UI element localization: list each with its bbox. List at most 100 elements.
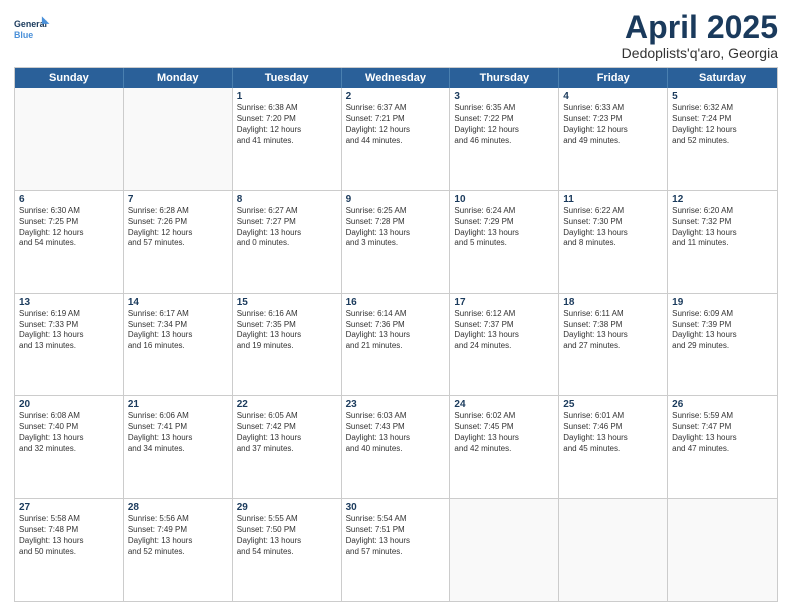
- day-number: 10: [454, 194, 554, 205]
- cell-info: Sunrise: 6:19 AM Sunset: 7:33 PM Dayligh…: [19, 309, 119, 352]
- calendar-week: 6Sunrise: 6:30 AM Sunset: 7:25 PM Daylig…: [15, 191, 777, 294]
- calendar-cell: 16Sunrise: 6:14 AM Sunset: 7:36 PM Dayli…: [342, 294, 451, 396]
- calendar-cell: [15, 88, 124, 190]
- cell-info: Sunrise: 6:03 AM Sunset: 7:43 PM Dayligh…: [346, 411, 446, 454]
- calendar-week: 27Sunrise: 5:58 AM Sunset: 7:48 PM Dayli…: [15, 499, 777, 601]
- day-number: 16: [346, 297, 446, 308]
- cell-info: Sunrise: 6:37 AM Sunset: 7:21 PM Dayligh…: [346, 103, 446, 146]
- day-number: 22: [237, 399, 337, 410]
- calendar-cell: 13Sunrise: 6:19 AM Sunset: 7:33 PM Dayli…: [15, 294, 124, 396]
- day-number: 17: [454, 297, 554, 308]
- day-number: 14: [128, 297, 228, 308]
- day-number: 6: [19, 194, 119, 205]
- calendar-cell: 21Sunrise: 6:06 AM Sunset: 7:41 PM Dayli…: [124, 396, 233, 498]
- cell-info: Sunrise: 6:12 AM Sunset: 7:37 PM Dayligh…: [454, 309, 554, 352]
- cell-info: Sunrise: 6:35 AM Sunset: 7:22 PM Dayligh…: [454, 103, 554, 146]
- calendar-cell: 6Sunrise: 6:30 AM Sunset: 7:25 PM Daylig…: [15, 191, 124, 293]
- day-number: 28: [128, 502, 228, 513]
- calendar-header: SundayMondayTuesdayWednesdayThursdayFrid…: [15, 68, 777, 88]
- day-number: 7: [128, 194, 228, 205]
- calendar-cell: 25Sunrise: 6:01 AM Sunset: 7:46 PM Dayli…: [559, 396, 668, 498]
- day-number: 12: [672, 194, 773, 205]
- weekday-header: Wednesday: [342, 68, 451, 88]
- day-number: 2: [346, 91, 446, 102]
- calendar-week: 13Sunrise: 6:19 AM Sunset: 7:33 PM Dayli…: [15, 294, 777, 397]
- cell-info: Sunrise: 6:01 AM Sunset: 7:46 PM Dayligh…: [563, 411, 663, 454]
- weekday-header: Saturday: [668, 68, 777, 88]
- calendar-cell: 2Sunrise: 6:37 AM Sunset: 7:21 PM Daylig…: [342, 88, 451, 190]
- cell-info: Sunrise: 6:20 AM Sunset: 7:32 PM Dayligh…: [672, 206, 773, 249]
- cell-info: Sunrise: 6:30 AM Sunset: 7:25 PM Dayligh…: [19, 206, 119, 249]
- calendar-cell: 26Sunrise: 5:59 AM Sunset: 7:47 PM Dayli…: [668, 396, 777, 498]
- calendar-cell: 24Sunrise: 6:02 AM Sunset: 7:45 PM Dayli…: [450, 396, 559, 498]
- calendar-cell: 28Sunrise: 5:56 AM Sunset: 7:49 PM Dayli…: [124, 499, 233, 601]
- day-number: 20: [19, 399, 119, 410]
- calendar-cell: 10Sunrise: 6:24 AM Sunset: 7:29 PM Dayli…: [450, 191, 559, 293]
- cell-info: Sunrise: 6:33 AM Sunset: 7:23 PM Dayligh…: [563, 103, 663, 146]
- day-number: 23: [346, 399, 446, 410]
- page: General Blue April 2025 Dedoplists'q'aro…: [0, 0, 792, 612]
- day-number: 18: [563, 297, 663, 308]
- day-number: 4: [563, 91, 663, 102]
- cell-info: Sunrise: 6:24 AM Sunset: 7:29 PM Dayligh…: [454, 206, 554, 249]
- cell-info: Sunrise: 6:25 AM Sunset: 7:28 PM Dayligh…: [346, 206, 446, 249]
- cell-info: Sunrise: 6:38 AM Sunset: 7:20 PM Dayligh…: [237, 103, 337, 146]
- calendar-cell: 8Sunrise: 6:27 AM Sunset: 7:27 PM Daylig…: [233, 191, 342, 293]
- calendar-cell: 5Sunrise: 6:32 AM Sunset: 7:24 PM Daylig…: [668, 88, 777, 190]
- cell-info: Sunrise: 6:32 AM Sunset: 7:24 PM Dayligh…: [672, 103, 773, 146]
- day-number: 27: [19, 502, 119, 513]
- calendar-cell: 1Sunrise: 6:38 AM Sunset: 7:20 PM Daylig…: [233, 88, 342, 190]
- calendar-cell: [124, 88, 233, 190]
- day-number: 30: [346, 502, 446, 513]
- calendar-cell: 18Sunrise: 6:11 AM Sunset: 7:38 PM Dayli…: [559, 294, 668, 396]
- calendar-cell: 19Sunrise: 6:09 AM Sunset: 7:39 PM Dayli…: [668, 294, 777, 396]
- day-number: 29: [237, 502, 337, 513]
- day-number: 8: [237, 194, 337, 205]
- cell-info: Sunrise: 5:59 AM Sunset: 7:47 PM Dayligh…: [672, 411, 773, 454]
- weekday-header: Sunday: [15, 68, 124, 88]
- cell-info: Sunrise: 5:54 AM Sunset: 7:51 PM Dayligh…: [346, 514, 446, 557]
- cell-info: Sunrise: 5:56 AM Sunset: 7:49 PM Dayligh…: [128, 514, 228, 557]
- cell-info: Sunrise: 6:05 AM Sunset: 7:42 PM Dayligh…: [237, 411, 337, 454]
- location: Dedoplists'q'aro, Georgia: [622, 45, 778, 61]
- calendar-cell: 30Sunrise: 5:54 AM Sunset: 7:51 PM Dayli…: [342, 499, 451, 601]
- weekday-header: Tuesday: [233, 68, 342, 88]
- day-number: 9: [346, 194, 446, 205]
- cell-info: Sunrise: 6:17 AM Sunset: 7:34 PM Dayligh…: [128, 309, 228, 352]
- cell-info: Sunrise: 6:02 AM Sunset: 7:45 PM Dayligh…: [454, 411, 554, 454]
- cell-info: Sunrise: 6:06 AM Sunset: 7:41 PM Dayligh…: [128, 411, 228, 454]
- calendar-cell: 20Sunrise: 6:08 AM Sunset: 7:40 PM Dayli…: [15, 396, 124, 498]
- day-number: 26: [672, 399, 773, 410]
- calendar-cell: 22Sunrise: 6:05 AM Sunset: 7:42 PM Dayli…: [233, 396, 342, 498]
- calendar-week: 1Sunrise: 6:38 AM Sunset: 7:20 PM Daylig…: [15, 88, 777, 191]
- logo: General Blue: [14, 10, 52, 48]
- calendar-cell: 4Sunrise: 6:33 AM Sunset: 7:23 PM Daylig…: [559, 88, 668, 190]
- weekday-header: Friday: [559, 68, 668, 88]
- day-number: 13: [19, 297, 119, 308]
- header: General Blue April 2025 Dedoplists'q'aro…: [14, 10, 778, 61]
- day-number: 19: [672, 297, 773, 308]
- calendar-cell: 3Sunrise: 6:35 AM Sunset: 7:22 PM Daylig…: [450, 88, 559, 190]
- calendar-cell: [450, 499, 559, 601]
- calendar-cell: 23Sunrise: 6:03 AM Sunset: 7:43 PM Dayli…: [342, 396, 451, 498]
- calendar-cell: 12Sunrise: 6:20 AM Sunset: 7:32 PM Dayli…: [668, 191, 777, 293]
- day-number: 21: [128, 399, 228, 410]
- calendar-cell: 14Sunrise: 6:17 AM Sunset: 7:34 PM Dayli…: [124, 294, 233, 396]
- weekday-header: Thursday: [450, 68, 559, 88]
- calendar-cell: [668, 499, 777, 601]
- month-title: April 2025: [622, 10, 778, 45]
- calendar-cell: 17Sunrise: 6:12 AM Sunset: 7:37 PM Dayli…: [450, 294, 559, 396]
- cell-info: Sunrise: 6:27 AM Sunset: 7:27 PM Dayligh…: [237, 206, 337, 249]
- calendar-week: 20Sunrise: 6:08 AM Sunset: 7:40 PM Dayli…: [15, 396, 777, 499]
- calendar-body: 1Sunrise: 6:38 AM Sunset: 7:20 PM Daylig…: [15, 88, 777, 601]
- title-block: April 2025 Dedoplists'q'aro, Georgia: [622, 10, 778, 61]
- cell-info: Sunrise: 5:58 AM Sunset: 7:48 PM Dayligh…: [19, 514, 119, 557]
- calendar-cell: 27Sunrise: 5:58 AM Sunset: 7:48 PM Dayli…: [15, 499, 124, 601]
- calendar: SundayMondayTuesdayWednesdayThursdayFrid…: [14, 67, 778, 602]
- day-number: 3: [454, 91, 554, 102]
- weekday-header: Monday: [124, 68, 233, 88]
- cell-info: Sunrise: 6:22 AM Sunset: 7:30 PM Dayligh…: [563, 206, 663, 249]
- svg-text:Blue: Blue: [14, 30, 33, 40]
- day-number: 24: [454, 399, 554, 410]
- calendar-cell: 29Sunrise: 5:55 AM Sunset: 7:50 PM Dayli…: [233, 499, 342, 601]
